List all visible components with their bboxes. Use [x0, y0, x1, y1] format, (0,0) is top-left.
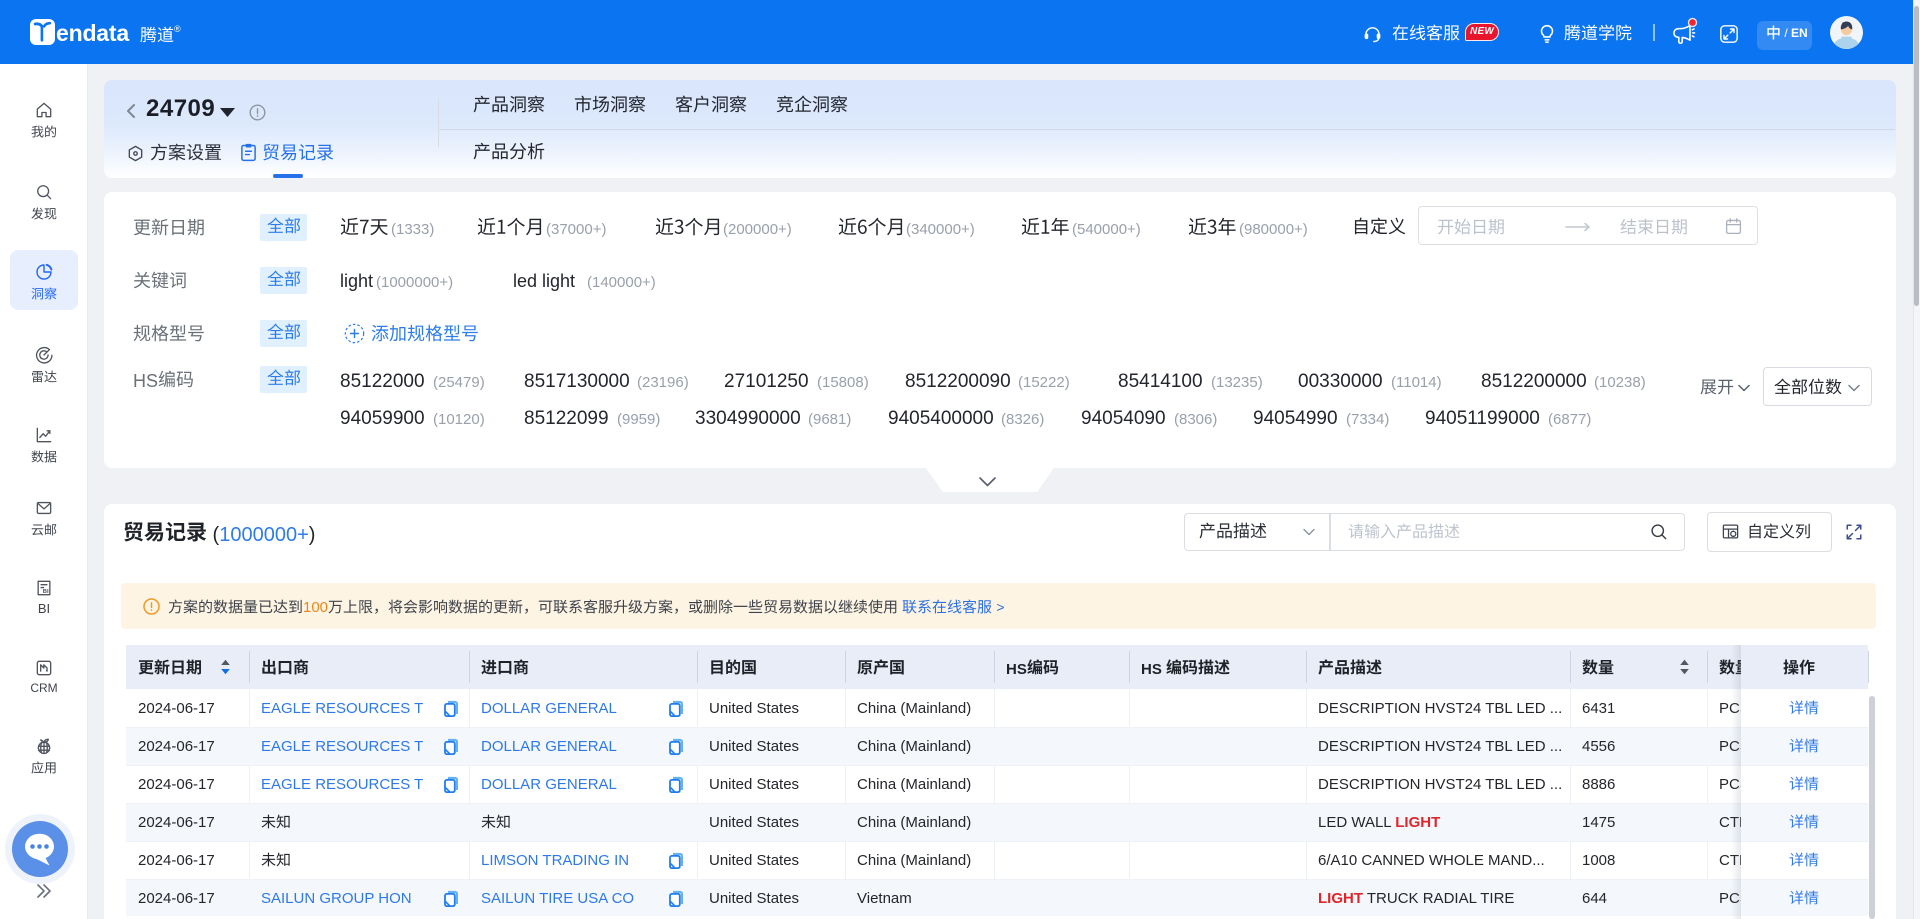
svg-text:BI: BI	[43, 589, 49, 595]
